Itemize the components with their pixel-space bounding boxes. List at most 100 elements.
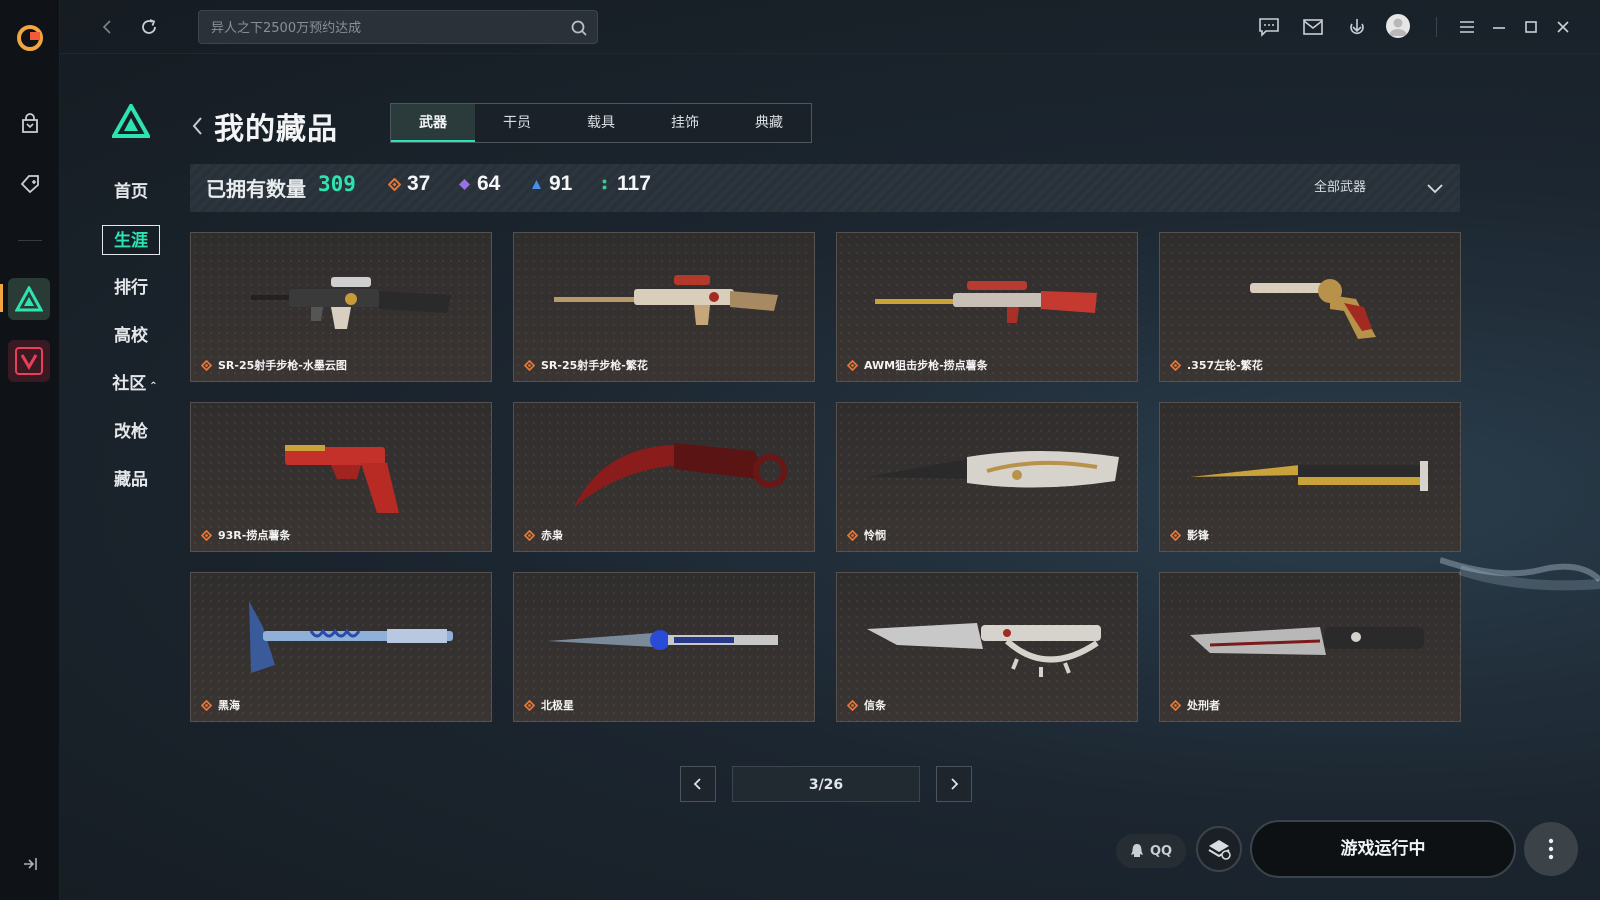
collection-card[interactable]: 赤枭 [513, 402, 815, 552]
game-running-button[interactable]: 游戏运行中 [1250, 820, 1516, 878]
expand-rail-icon[interactable] [20, 854, 40, 874]
tab-weapons[interactable]: 武器 [391, 104, 475, 142]
prev-page-button[interactable] [680, 766, 716, 802]
collection-card[interactable]: 处刑者 [1159, 572, 1461, 722]
back-arrow-icon[interactable] [92, 12, 122, 42]
smoke-decoration [1440, 557, 1600, 591]
item-name: 信条 [864, 699, 886, 712]
item-name: 处刑者 [1187, 699, 1220, 712]
rifle-skin-image [554, 275, 778, 325]
collection-card[interactable]: 影锋 [1159, 402, 1461, 552]
menu-icon[interactable] [1452, 12, 1482, 42]
knife-skin-image [867, 451, 1119, 488]
orange-gem-icon [388, 177, 401, 191]
minimize-icon[interactable] [1484, 12, 1514, 42]
collection-card[interactable]: SR-25射手步枪-水墨云图 [190, 232, 492, 382]
download-icon[interactable] [1342, 12, 1372, 42]
nav-collection[interactable]: 藏品 [102, 465, 160, 495]
orange-gem-icon [524, 359, 535, 371]
collection-card[interactable]: SR-25射手步枪-繁花 [513, 232, 815, 382]
top-bar [60, 0, 1600, 54]
page-indicator: 3/26 [732, 766, 920, 802]
nav-gun-mod[interactable]: 改枪 [102, 417, 160, 447]
nav-ranking[interactable]: 排行 [102, 273, 160, 303]
refresh-icon[interactable] [134, 12, 164, 42]
user-avatar[interactable] [1386, 14, 1410, 38]
game-tag-icon[interactable] [14, 168, 46, 200]
collection-card[interactable]: 怜悯 [836, 402, 1138, 552]
tab-collection-vault[interactable]: 典藏 [727, 104, 811, 142]
app-logo-icon[interactable] [14, 22, 46, 54]
item-name: 93R-捞点薯条 [218, 529, 291, 542]
orange-gem-icon [201, 359, 212, 371]
collection-card[interactable]: .357左轮-繁花 [1159, 232, 1461, 382]
chevron-left-icon [693, 778, 701, 790]
sniper-skin-image [875, 281, 1097, 323]
chat-icon[interactable] [1254, 12, 1284, 42]
nav-community[interactable]: 社区 ⌃ [106, 369, 164, 399]
maximize-icon[interactable] [1516, 12, 1546, 42]
rarity-count-orange: 37 [388, 172, 430, 196]
collection-card[interactable]: 信条 [836, 572, 1138, 722]
more-vertical-icon [1548, 838, 1554, 860]
item-caption: 93R-捞点薯条 [201, 527, 290, 543]
tab-operators[interactable]: 干员 [475, 104, 559, 142]
delta-brand-logo-icon [112, 104, 150, 138]
orange-gem-icon [201, 529, 212, 541]
item-caption: 影锋 [1170, 527, 1209, 543]
item-caption: 赤枭 [524, 527, 563, 543]
tab-vehicles[interactable]: 载具 [559, 104, 643, 142]
rifle-skin-image [251, 277, 451, 329]
item-name: 影锋 [1187, 529, 1209, 542]
filter-label: 全部武器 [1314, 180, 1367, 195]
orange-gem-icon [847, 529, 858, 541]
blue-gem-icon [532, 179, 541, 189]
mail-icon[interactable] [1298, 12, 1328, 42]
tab-charms[interactable]: 挂饰 [643, 104, 727, 142]
more-options-button[interactable] [1524, 822, 1578, 876]
category-tabs: 武器 干员 载具 挂饰 典藏 [390, 103, 812, 143]
item-caption: 处刑者 [1170, 697, 1220, 713]
qq-button[interactable]: QQ [1116, 834, 1186, 868]
nav-home[interactable]: 首页 [102, 177, 160, 207]
green-gem-icon [602, 179, 607, 189]
valorant-game-icon[interactable] [8, 340, 50, 382]
search-icon[interactable] [569, 18, 589, 38]
back-chevron-icon[interactable] [190, 114, 204, 138]
item-name: SR-25射手步枪-繁花 [541, 359, 648, 372]
search-bar[interactable] [198, 10, 598, 44]
close-icon[interactable] [1548, 12, 1578, 42]
orange-gem-icon [1170, 529, 1181, 541]
page-title: 我的藏品 [214, 112, 338, 147]
owned-count-label: 已拥有数量 [206, 177, 306, 201]
rarity-count-value: 64 [477, 172, 501, 195]
search-input[interactable] [211, 17, 551, 39]
nav-career[interactable]: 生涯 [102, 225, 160, 255]
collection-card[interactable]: 北极星 [513, 572, 815, 722]
weapon-filter-dropdown[interactable]: 全部武器 [1306, 176, 1446, 200]
rarity-count-blue: 91 [530, 172, 572, 196]
karambit-skin-image [574, 443, 787, 507]
rarity-count-green: 117 [598, 172, 651, 196]
item-caption: 北极星 [524, 697, 574, 713]
collection-card[interactable]: 93R-捞点薯条 [190, 402, 492, 552]
orange-gem-icon [524, 529, 535, 541]
item-name: SR-25射手步枪-水墨云图 [218, 359, 347, 372]
next-page-button[interactable] [936, 766, 972, 802]
ownership-stats-bar: 已拥有数量 309 37 64 91 117 全部武器 [190, 164, 1460, 212]
rail-active-indicator [0, 284, 3, 312]
layers-toggle-button[interactable] [1196, 826, 1242, 872]
collection-card[interactable]: 黑海 [190, 572, 492, 722]
collection-card[interactable]: AWM狙击步枪-捞点薯条 [836, 232, 1138, 382]
knuckle-knife-skin-image [867, 623, 1101, 677]
purple-gem-icon [459, 178, 470, 190]
delta-game-icon[interactable] [8, 278, 50, 320]
rail-divider [18, 240, 42, 241]
qq-penguin-icon [1130, 844, 1143, 857]
store-bag-icon[interactable] [14, 108, 46, 140]
orange-gem-icon [847, 699, 858, 711]
rarity-count-value: 91 [549, 172, 573, 195]
stack-icon [1208, 840, 1231, 860]
item-caption: 信条 [847, 697, 886, 713]
nav-college[interactable]: 高校 [102, 321, 160, 351]
